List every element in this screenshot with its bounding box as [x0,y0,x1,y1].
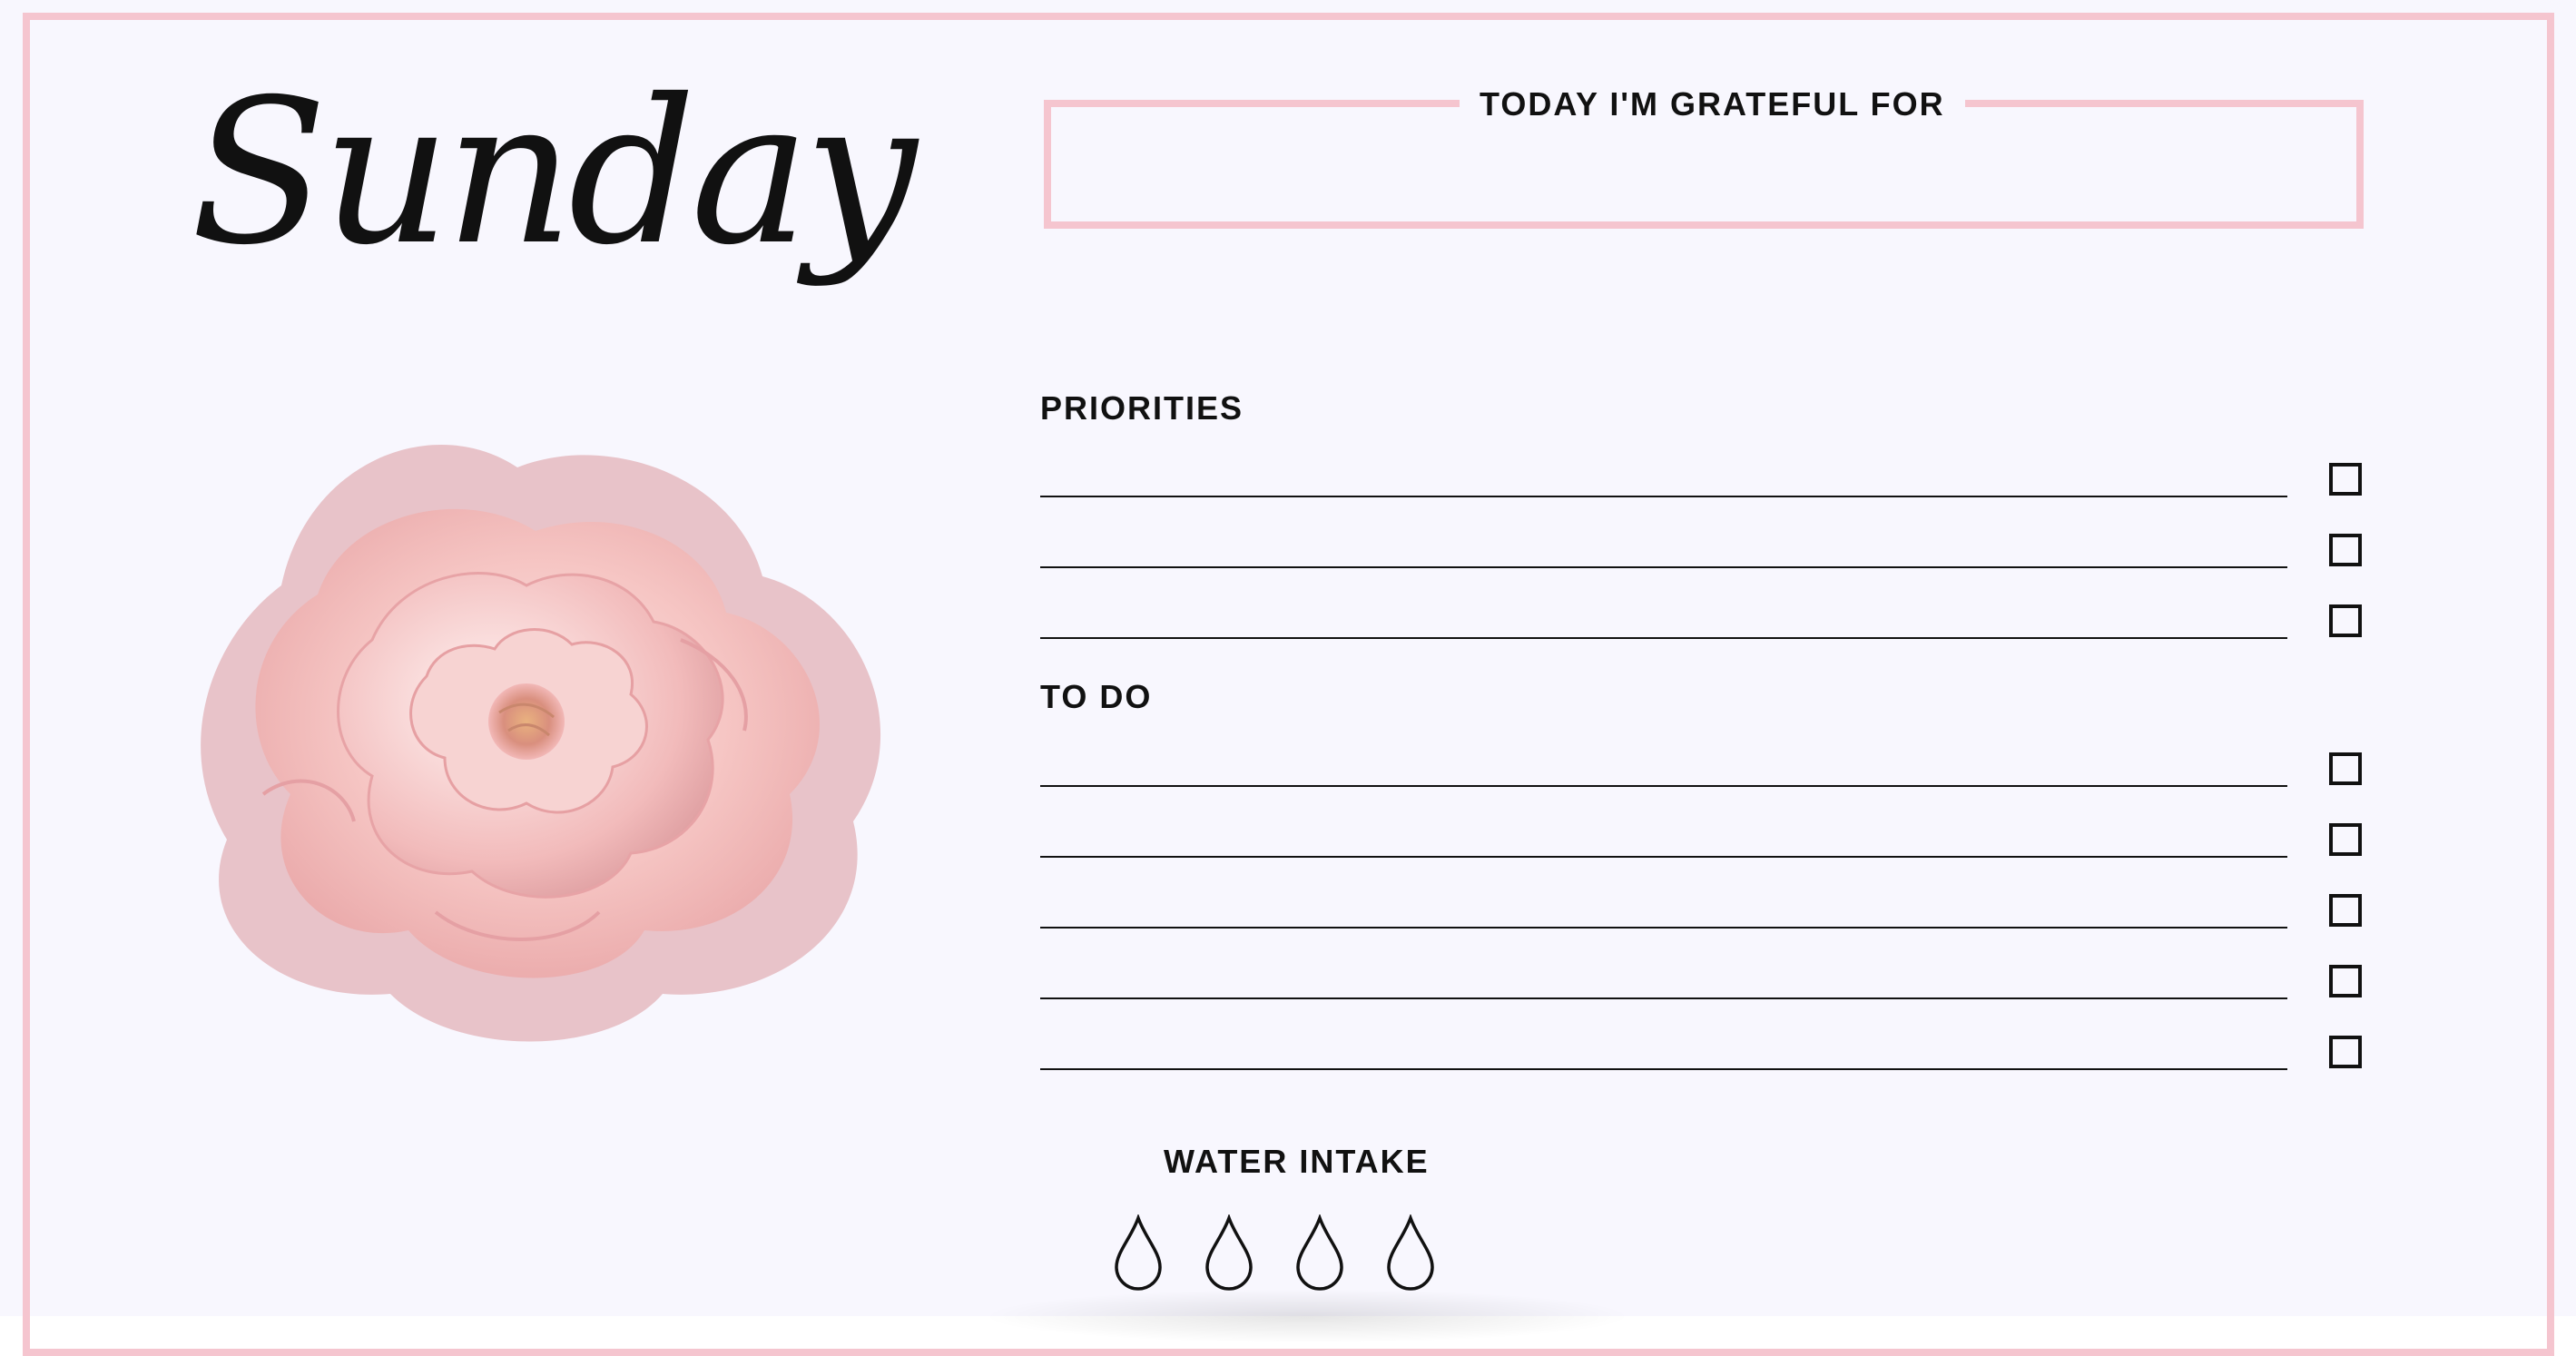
water-intake-label: WATER INTAKE [1164,1143,1430,1180]
bottom-shadow [980,1289,1634,1343]
todo-line[interactable] [1040,785,2287,787]
todo-label: TO DO [1040,678,1153,715]
water-drop-icon[interactable] [1202,1214,1256,1291]
todo-line[interactable] [1040,856,2287,858]
water-drop-icon[interactable] [1293,1214,1347,1291]
checkbox-icon[interactable] [2329,604,2362,637]
todo-line[interactable] [1040,927,2287,929]
priority-line[interactable] [1040,637,2287,639]
checkbox-icon[interactable] [2329,965,2362,997]
water-drop-icon[interactable] [1111,1214,1165,1291]
grateful-label: TODAY I'M GRATEFUL FOR [1460,84,1965,125]
todo-line[interactable] [1040,1068,2287,1070]
priority-line[interactable] [1040,496,2287,497]
checkbox-icon[interactable] [2329,752,2362,785]
checkbox-icon[interactable] [2329,463,2362,496]
water-drop-icon[interactable] [1383,1214,1438,1291]
day-title: Sunday [191,56,917,289]
rose-flower-icon [201,445,881,1042]
checkbox-icon[interactable] [2329,1036,2362,1068]
todo-line[interactable] [1040,997,2287,999]
planner-page: Sunday TODAY I'M GRATEFUL FOR PRIORITIES… [0,0,2576,1356]
checkbox-icon[interactable] [2329,823,2362,856]
priorities-label: PRIORITIES [1040,389,1244,427]
priority-line[interactable] [1040,566,2287,568]
checkbox-icon[interactable] [2329,534,2362,566]
checkbox-icon[interactable] [2329,894,2362,927]
